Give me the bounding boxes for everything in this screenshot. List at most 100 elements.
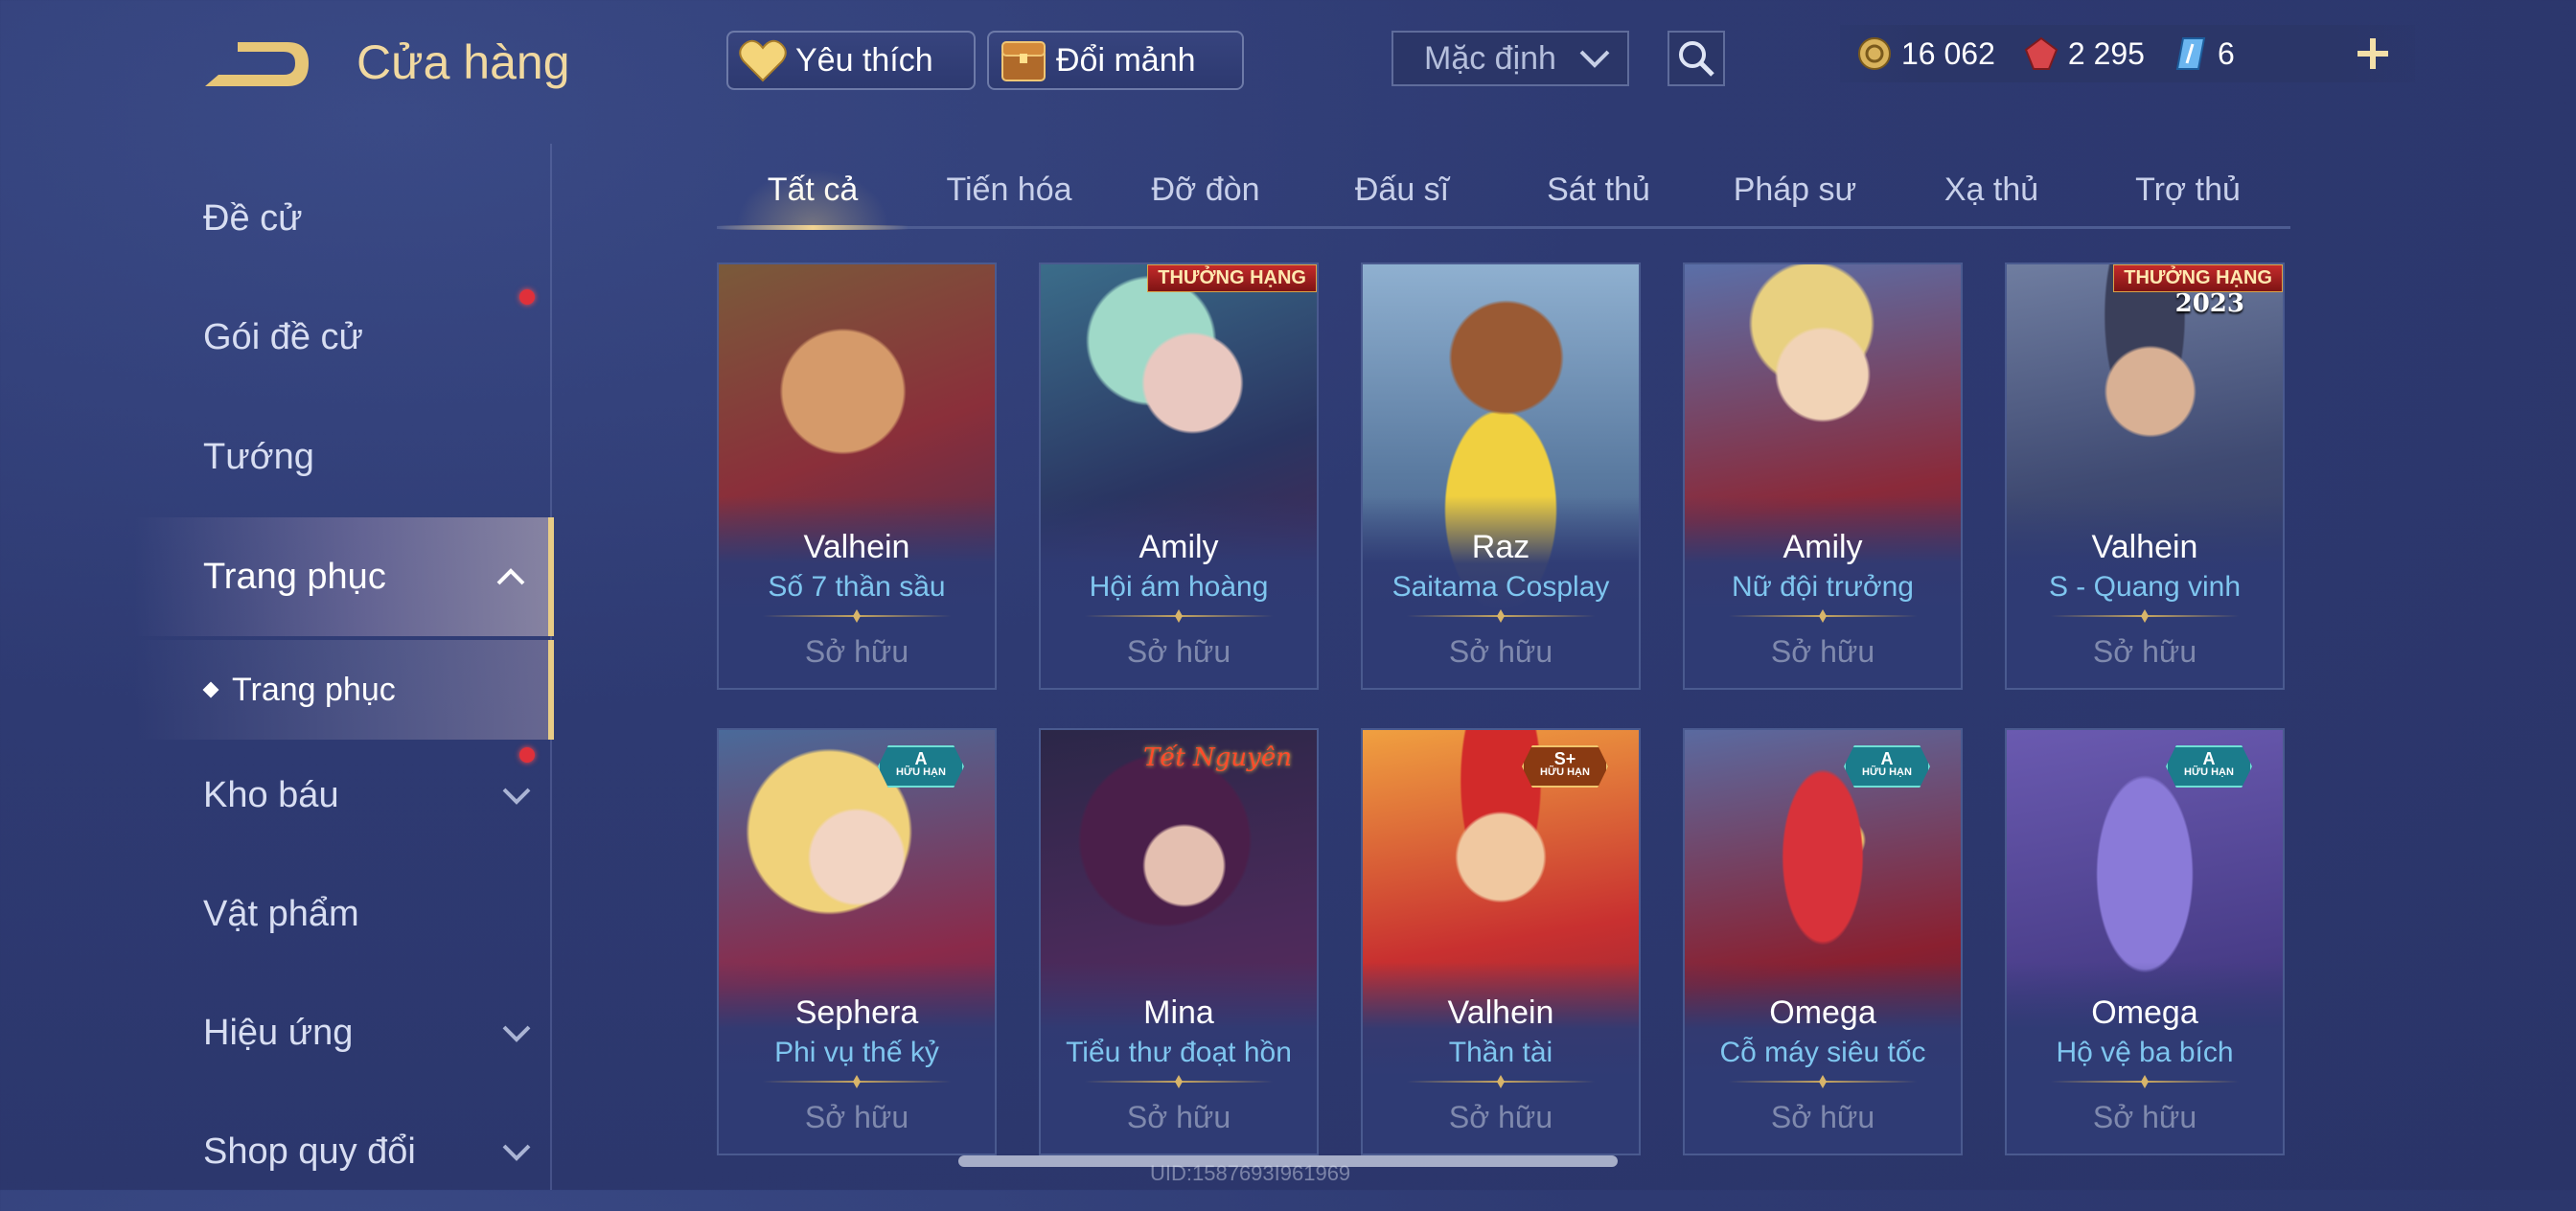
tab-label: Sát thủ (1547, 171, 1650, 208)
search-button[interactable] (1668, 31, 1725, 86)
skin-name: Nữ đội trưởng (1732, 571, 1914, 603)
sidebar-item-skins[interactable]: Trang phục (134, 517, 554, 636)
diamond-bullet-icon (202, 681, 219, 698)
back-arrow-icon (205, 42, 309, 86)
hero-name: Valhein (1447, 994, 1554, 1031)
currency-bar: 16 062 2 295 6 (1840, 25, 2415, 82)
rank-badge: THƯỞNG HẠNG (2113, 264, 2283, 292)
sidebar-item-label: Shop quy đổi (203, 1131, 416, 1172)
home-indicator[interactable] (958, 1155, 1618, 1167)
divider (2051, 1081, 2239, 1083)
divider (763, 1081, 951, 1083)
hero-name: Amily (1782, 529, 1863, 565)
skin-card[interactable]: A HỮU HẠN Omega Hộ vệ ba bích Sở hữu (2005, 728, 2285, 1155)
skin-name: Tiểu thư đoạt hồn (1066, 1037, 1292, 1068)
tier-badge: A HỮU HẠN (878, 745, 964, 788)
sidebar-subitem-skins[interactable]: Trang phục (134, 640, 554, 740)
tab-label: Pháp sư (1733, 171, 1857, 208)
skin-card[interactable]: Amily Nữ đội trưởng Sở hữu (1683, 263, 1963, 690)
tab-label: Trợ thủ (2135, 171, 2241, 208)
skin-card[interactable]: S+ HỮU HẠN Valhein Thần tài Sở hữu (1361, 728, 1641, 1155)
skin-name: Số 7 thần sầu (768, 571, 946, 603)
ownership-status: Sở hữu (1448, 1100, 1553, 1134)
divider (1729, 615, 1917, 617)
search-icon (1679, 41, 1714, 77)
sidebar-item-label: Đề cử (203, 197, 303, 239)
chevron-down-icon (502, 788, 531, 805)
sidebar-item-label: Gói đề cử (203, 316, 363, 357)
skin-name: Phi vụ thế kỷ (774, 1037, 939, 1068)
page-title: Cửa hàng (356, 35, 570, 89)
ticket-value: 6 (2217, 35, 2235, 71)
tab-warrior[interactable]: Đấu sĩ (1306, 153, 1498, 226)
tab-mage[interactable]: Pháp sư (1699, 153, 1891, 226)
plus-icon (2358, 38, 2388, 69)
hero-name: Sephera (794, 994, 919, 1031)
category-tabs: Tất cả Tiến hóa Đỡ đòn Đấu sĩ Sát thủ Ph… (717, 153, 2290, 230)
ownership-status: Sở hữu (1770, 634, 1875, 669)
exchange-label: Đổi mảnh (1056, 41, 1196, 79)
chevron-down-icon (1579, 50, 1610, 68)
ownership-status: Sở hữu (1126, 634, 1231, 669)
favorites-button[interactable]: Yêu thích (726, 31, 976, 90)
sidebar-item-heroes[interactable]: Tướng (134, 398, 554, 516)
skin-card[interactable]: Raz Saitama Cosplay Sở hữu (1361, 263, 1641, 690)
hero-name: Mina (1143, 994, 1214, 1031)
sidebar-item-label: Trang phục (203, 556, 386, 597)
voucher-balance: 2 295 (2024, 36, 2145, 72)
skin-name: Hội ám hoàng (1089, 571, 1269, 603)
skin-card[interactable]: THƯỞNG HẠNG Amily Hội ám hoàng Sở hữu (1039, 263, 1319, 690)
tab-label: Tất cả (767, 171, 859, 208)
tab-marksman[interactable]: Xạ thủ (1896, 153, 2087, 226)
divider (763, 615, 951, 617)
sidebar-item-effects[interactable]: Hiệu ứng (134, 973, 554, 1092)
skin-card[interactable]: A HỮU HẠN Omega Cỗ máy siêu tốc Sở hữu (1683, 728, 1963, 1155)
sidebar-item-label: Tướng (203, 436, 314, 477)
ticket-icon (2175, 37, 2206, 70)
tab-assassin[interactable]: Sát thủ (1503, 153, 1694, 226)
skin-name: Saitama Cosplay (1392, 571, 1610, 603)
skin-name: Cỗ máy siêu tốc (1719, 1037, 1926, 1068)
sort-select[interactable]: Mặc định (1392, 31, 1629, 86)
top-up-button[interactable] (2346, 27, 2400, 80)
skin-card[interactable]: Valhein Số 7 thần sầu Sở hữu (717, 263, 997, 690)
sidebar-item-treasure[interactable]: Kho báu (134, 736, 554, 855)
favorites-label: Yêu thích (795, 41, 933, 79)
notification-dot (519, 747, 535, 763)
divider (1085, 1081, 1273, 1083)
red-gem-icon (2024, 36, 2058, 70)
hero-name: Omega (2091, 994, 2198, 1031)
skin-name: Thần tài (1448, 1037, 1553, 1068)
rank-badge: THƯỞNG HẠNG (1147, 264, 1317, 292)
exchange-shards-button[interactable]: Đổi mảnh (987, 31, 1244, 90)
divider (1729, 1081, 1917, 1083)
tab-label: Đấu sĩ (1354, 171, 1450, 208)
hero-name: Valhein (803, 529, 910, 565)
ownership-status: Sở hữu (1770, 1100, 1875, 1134)
back-button[interactable] (199, 36, 310, 96)
year-badge: 2023 (2174, 289, 2244, 318)
skin-card[interactable]: A HỮU HẠN Sephera Phi vụ thế kỷ Sở hữu (717, 728, 997, 1155)
tab-support[interactable]: Trợ thủ (2092, 153, 2284, 226)
skin-card[interactable]: Tết Nguyên Mina Tiểu thư đoạt hồn Sở hữu (1039, 728, 1319, 1155)
tier-badge: A HỮU HẠN (1844, 745, 1930, 788)
gold-value: 16 062 (1901, 35, 1995, 71)
tab-evolution[interactable]: Tiến hóa (913, 153, 1105, 226)
tier-badge: S+ HỮU HẠN (1522, 745, 1608, 788)
divider (2051, 615, 2239, 617)
voucher-value: 2 295 (2067, 35, 2145, 71)
sidebar-item-featured[interactable]: Đề cử (134, 159, 554, 278)
tab-label: Xạ thủ (1944, 171, 2039, 208)
ticket-balance: 6 (2174, 36, 2235, 72)
skin-card[interactable]: THƯỞNG HẠNG 2023 Valhein S - Quang vinh … (2005, 263, 2285, 690)
sidebar-item-exchange-shop[interactable]: Shop quy đổi (134, 1092, 554, 1211)
divider (1085, 615, 1273, 617)
tab-tank[interactable]: Đỡ đòn (1110, 153, 1301, 226)
ownership-status: Sở hữu (804, 1100, 909, 1134)
tab-all[interactable]: Tất cả (717, 153, 908, 230)
chevron-down-icon (502, 1144, 531, 1161)
sidebar-item-items[interactable]: Vật phẩm (134, 855, 554, 973)
sidebar-item-featured-packs[interactable]: Gói đề cử (134, 278, 554, 397)
ownership-status: Sở hữu (2092, 634, 2197, 669)
heart-icon (738, 35, 788, 85)
